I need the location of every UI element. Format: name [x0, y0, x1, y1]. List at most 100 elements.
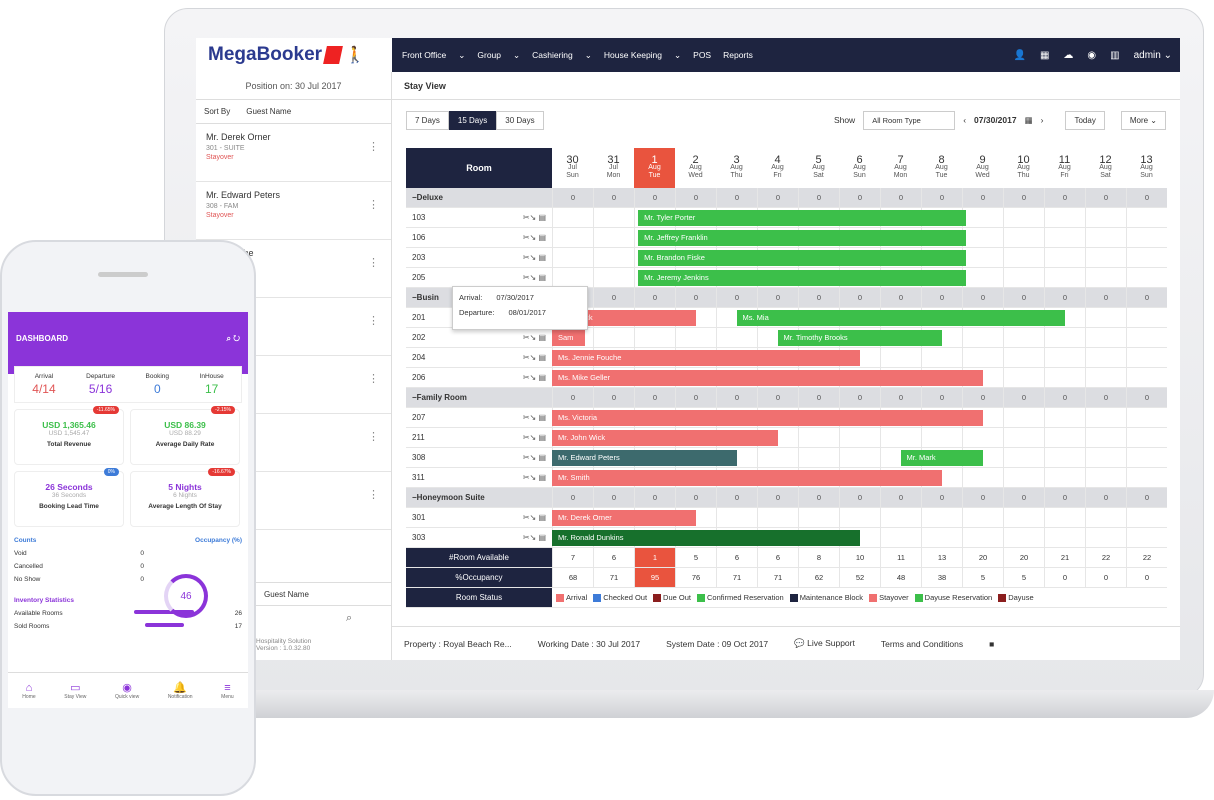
- kebab-icon[interactable]: ⋮: [368, 488, 379, 501]
- booking-bar[interactable]: Ms. Victoria: [552, 410, 983, 426]
- date-cell[interactable]: [1044, 268, 1085, 287]
- date-cell[interactable]: [1003, 368, 1044, 387]
- date-cell[interactable]: [962, 268, 1003, 287]
- prev-date-icon[interactable]: ‹: [963, 115, 966, 125]
- kebab-icon[interactable]: ⋮: [368, 430, 379, 443]
- date-cell[interactable]: [1044, 528, 1085, 547]
- date-cell[interactable]: [1126, 248, 1167, 267]
- date-cell[interactable]: [1085, 448, 1126, 467]
- range-30-days[interactable]: 30 Days: [496, 110, 544, 130]
- grid-icon[interactable]: ▦: [1040, 50, 1049, 61]
- date-cell[interactable]: [593, 328, 634, 347]
- kebab-icon[interactable]: ⋮: [368, 372, 379, 385]
- date-cell[interactable]: [1126, 328, 1167, 347]
- date-cell[interactable]: [798, 428, 839, 447]
- date-cell[interactable]: [1044, 348, 1085, 367]
- date-cell[interactable]: [1044, 328, 1085, 347]
- date-cell[interactable]: [1126, 268, 1167, 287]
- housekeeping-icon[interactable]: ✂↘ ▤: [523, 473, 546, 482]
- user-menu[interactable]: admin ⌄: [1134, 50, 1172, 61]
- kebab-icon[interactable]: ⋮: [368, 140, 379, 153]
- housekeeping-icon[interactable]: ✂↘ ▤: [523, 433, 546, 442]
- date-cell[interactable]: [757, 448, 798, 467]
- date-cell[interactable]: [1085, 368, 1126, 387]
- booking-bar[interactable]: Mr. Jeffrey Franklin: [638, 230, 967, 246]
- phone-nav-2[interactable]: ◉ Quick view: [115, 681, 139, 700]
- date-cell[interactable]: [1003, 228, 1044, 247]
- live-support-link[interactable]: 💬 Live Support: [794, 638, 855, 649]
- user-icon[interactable]: 👤: [1013, 50, 1025, 61]
- date-cell[interactable]: [1126, 368, 1167, 387]
- date-cell[interactable]: [1085, 208, 1126, 227]
- date-cell[interactable]: [1003, 208, 1044, 227]
- date-cell[interactable]: [839, 448, 880, 467]
- booking-bar[interactable]: Mr. Brandon Fiske: [638, 250, 967, 266]
- calendar-icon[interactable]: ▦: [1025, 115, 1033, 126]
- date-cell[interactable]: [1085, 468, 1126, 487]
- kpi-card[interactable]: -16.67% 5 Nights 6 Nights Average Length Of…: [130, 468, 240, 527]
- date-cell[interactable]: [1126, 208, 1167, 227]
- date-cell[interactable]: [1126, 228, 1167, 247]
- guest-item[interactable]: Mr. Derek Orner 301 - SUITE Stayover ⋮: [196, 124, 391, 182]
- date-cell[interactable]: [1085, 408, 1126, 427]
- nav-item-1[interactable]: Group: [477, 50, 501, 61]
- date-cell[interactable]: [962, 428, 1003, 447]
- date-field[interactable]: 07/30/2017: [974, 115, 1017, 125]
- date-cell[interactable]: [1085, 528, 1126, 547]
- today-button[interactable]: Today: [1065, 110, 1105, 130]
- next-date-icon[interactable]: ›: [1041, 115, 1044, 125]
- date-cell[interactable]: [962, 228, 1003, 247]
- date-cell[interactable]: [1003, 328, 1044, 347]
- date-cell[interactable]: [552, 208, 593, 227]
- date-cell[interactable]: [1003, 468, 1044, 487]
- date-cell[interactable]: [1126, 308, 1167, 327]
- date-cell[interactable]: [1126, 528, 1167, 547]
- booking-bar[interactable]: Mr. Edward Peters: [552, 450, 737, 466]
- phone-search-icon[interactable]: ⌕ ↻: [227, 334, 240, 352]
- date-cell[interactable]: [552, 248, 593, 267]
- date-cell[interactable]: [1044, 248, 1085, 267]
- date-cell[interactable]: [1044, 508, 1085, 527]
- date-cell[interactable]: [839, 428, 880, 447]
- nav-item-2[interactable]: Cashiering: [532, 50, 573, 61]
- housekeeping-icon[interactable]: ✂↘ ▤: [523, 353, 546, 362]
- booking-bar[interactable]: Mr. Mark: [900, 450, 983, 466]
- booking-bar[interactable]: Mr. Ronald Dunkins: [552, 530, 860, 546]
- date-cell[interactable]: [593, 268, 634, 287]
- search-icon[interactable]: ⌕: [346, 612, 352, 625]
- date-cell[interactable]: [1126, 408, 1167, 427]
- kpi-card[interactable]: 0% 26 Seconds 36 Seconds Booking Lead Time: [14, 468, 124, 527]
- date-cell[interactable]: [1126, 468, 1167, 487]
- nav-item-3[interactable]: House Keeping: [604, 50, 662, 61]
- date-cell[interactable]: [675, 328, 716, 347]
- date-cell[interactable]: [839, 508, 880, 527]
- date-cell[interactable]: [1085, 328, 1126, 347]
- nav-item-4[interactable]: POS: [693, 50, 711, 61]
- date-cell[interactable]: [1044, 468, 1085, 487]
- date-cell[interactable]: [962, 328, 1003, 347]
- phone-nav-1[interactable]: ▭ Stay View: [64, 681, 86, 700]
- booking-bar[interactable]: Mr. Derek Orner: [552, 510, 696, 526]
- date-cell[interactable]: [593, 228, 634, 247]
- housekeeping-icon[interactable]: ✂↘ ▤: [523, 373, 546, 382]
- date-cell[interactable]: [593, 208, 634, 227]
- date-cell[interactable]: [716, 328, 757, 347]
- phone-nav-4[interactable]: ≡ Menu: [221, 682, 234, 700]
- booking-bar[interactable]: Mr. John Wick: [552, 430, 778, 446]
- date-cell[interactable]: [880, 508, 921, 527]
- date-cell[interactable]: [757, 508, 798, 527]
- eye-icon[interactable]: ◉: [1087, 50, 1096, 61]
- housekeeping-icon[interactable]: ✂↘ ▤: [523, 533, 546, 542]
- date-cell[interactable]: [1085, 268, 1126, 287]
- date-cell[interactable]: [1085, 308, 1126, 327]
- kebab-icon[interactable]: ⋮: [368, 314, 379, 327]
- date-cell[interactable]: [1044, 428, 1085, 447]
- date-cell[interactable]: [1003, 428, 1044, 447]
- booking-bar[interactable]: Mr. Tyler Porter: [638, 210, 967, 226]
- date-cell[interactable]: [1003, 508, 1044, 527]
- date-cell[interactable]: [1003, 528, 1044, 547]
- date-cell[interactable]: [798, 448, 839, 467]
- date-cell[interactable]: [962, 528, 1003, 547]
- housekeeping-icon[interactable]: ✂↘ ▤: [523, 453, 546, 462]
- booking-bar[interactable]: Ms. Mia: [736, 310, 1065, 326]
